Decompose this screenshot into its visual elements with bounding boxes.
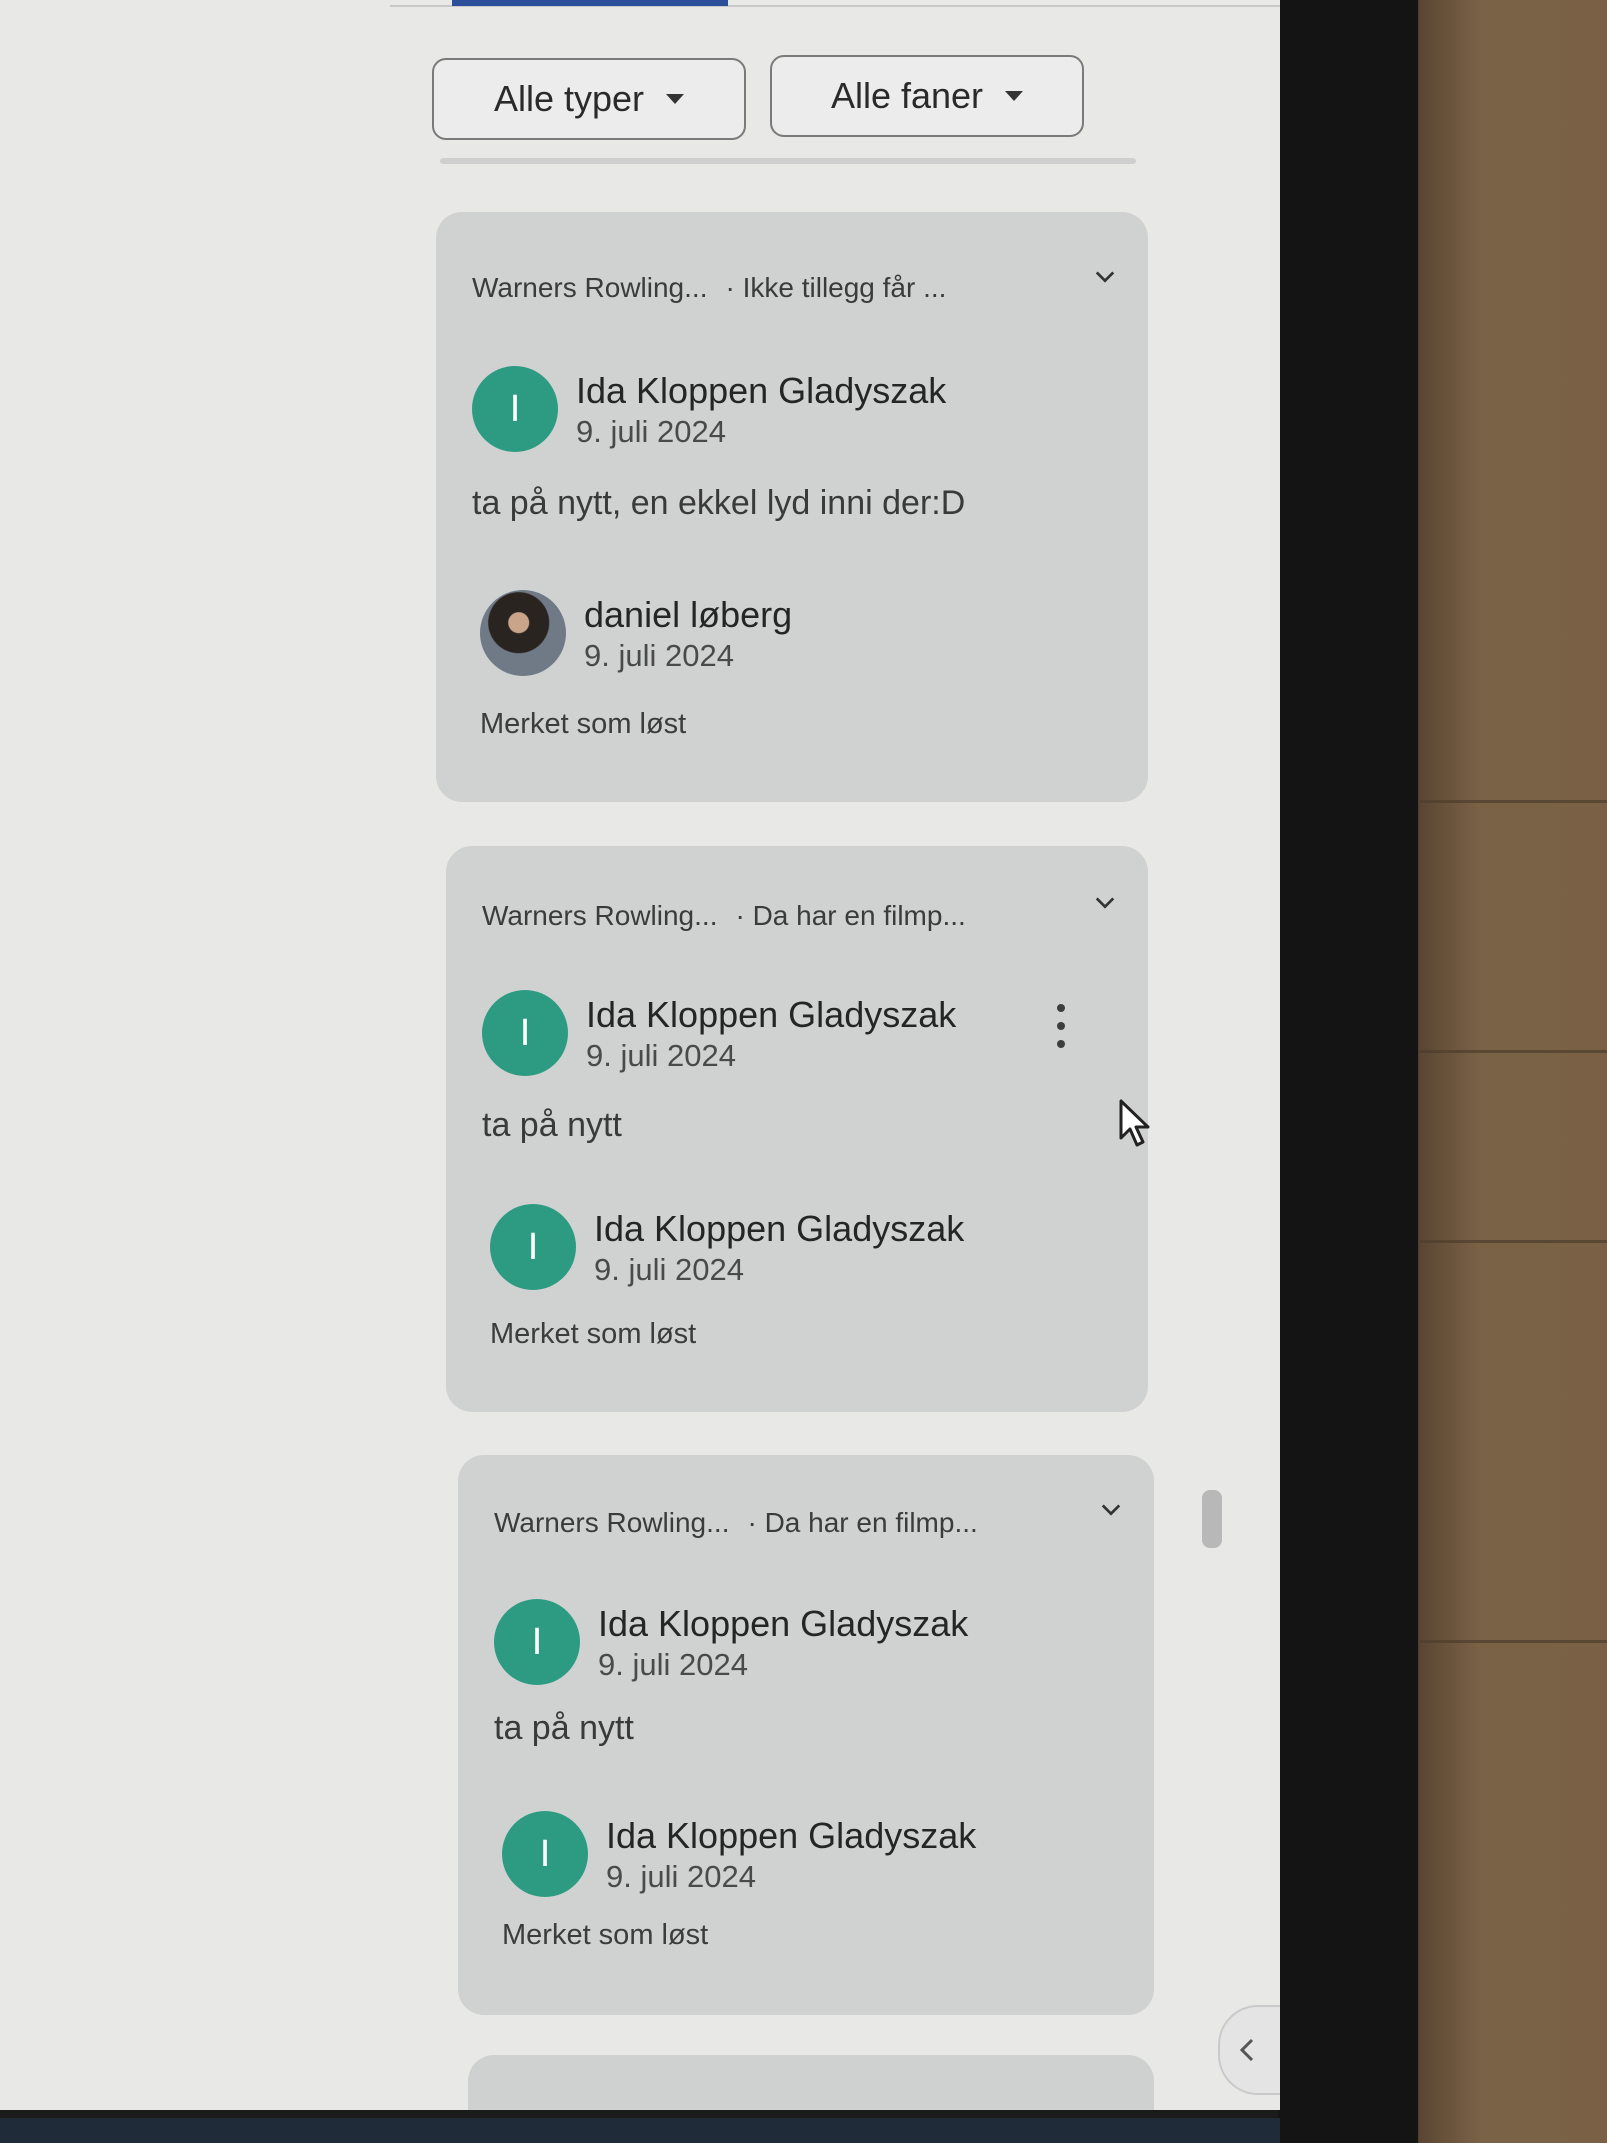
comment-date: 9. juli 2024 [586, 1038, 736, 1073]
cursor-arrow-icon [1119, 1099, 1150, 1147]
comment-card-partial[interactable] [468, 2055, 1154, 2110]
comment-text: ta på nytt [482, 1106, 622, 1144]
scrollbar-thumb[interactable] [1202, 1490, 1222, 1548]
notebook-line [1420, 1640, 1607, 1643]
resolved-date: 9. juli 2024 [594, 1252, 744, 1287]
caret-down-icon [1005, 91, 1024, 101]
resolver-entry: I Ida Kloppen Gladyszak 9. juli 2024 [490, 1204, 1050, 1294]
author-name: Ida Kloppen Gladyszak [576, 370, 947, 411]
type-filter-label: Alle typer [493, 78, 645, 119]
resolved-date: 9. juli 2024 [606, 1859, 756, 1894]
avatar[interactable] [480, 590, 566, 676]
comment-author: I Ida Kloppen Gladyszak 9. juli 2024 [472, 366, 1032, 456]
chevron-down-icon[interactable] [1100, 1499, 1122, 1521]
resolver-name: Ida Kloppen Gladyszak [594, 1208, 965, 1249]
card-header: Warners Rowling... · Da har en filmp... [494, 1507, 978, 1539]
tab-filter-dropdown[interactable]: Alle faner [770, 55, 1084, 137]
type-filter-dropdown[interactable]: Alle typer [432, 58, 746, 140]
card-snippet: · Da har en filmp... [735, 900, 966, 931]
comment-date: 9. juli 2024 [576, 414, 726, 449]
resolver-name: daniel løberg [584, 594, 793, 635]
comment-text: ta på nytt, en ekkel lyd inni der:D [472, 484, 966, 522]
author-name: Ida Kloppen Gladyszak [598, 1603, 969, 1644]
card-source: Warners Rowling... [494, 1507, 730, 1538]
resolved-status: Merket som løst [480, 708, 687, 740]
card-header: Warners Rowling... · Da har en filmp... [482, 900, 966, 932]
chevron-down-icon[interactable] [1094, 266, 1116, 288]
card-source: Warners Rowling... [472, 272, 708, 303]
card-snippet: · Ikke tillegg får ... [725, 272, 947, 303]
filter-divider [440, 158, 1136, 164]
card-source: Warners Rowling... [482, 900, 718, 931]
comment-author: I Ida Kloppen Gladyszak 9. juli 2024 [482, 990, 1042, 1080]
chevron-left-icon [1239, 2038, 1254, 2062]
comment-text: ta på nytt [494, 1709, 634, 1747]
resolved-status: Merket som løst [490, 1318, 697, 1350]
comment-author: I Ida Kloppen Gladyszak 9. juli 2024 [494, 1599, 1054, 1689]
comments-panel: Alle typer Alle faner Warners Rowling...… [0, 0, 1280, 2110]
comment-card[interactable]: Warners Rowling... · Da har en filmp... I… [446, 846, 1148, 1412]
resolver-entry: daniel løberg 9. juli 2024 [480, 590, 1040, 680]
resolver-name: Ida Kloppen Gladyszak [606, 1815, 977, 1856]
taskbar [0, 2118, 1280, 2143]
notebook-line [1420, 1240, 1607, 1243]
resolver-entry: I Ida Kloppen Gladyszak 9. juli 2024 [502, 1811, 1062, 1901]
tab-filter-label: Alle faner [830, 75, 984, 116]
monitor-bezel [1278, 0, 1418, 2143]
avatar[interactable]: I [502, 1811, 588, 1897]
avatar[interactable]: I [490, 1204, 576, 1290]
resolved-status: Merket som løst [502, 1919, 709, 1951]
notebook-line [1420, 1050, 1607, 1053]
author-name: Ida Kloppen Gladyszak [586, 994, 957, 1035]
avatar[interactable]: I [482, 990, 568, 1076]
card-snippet: · Da har en filmp... [747, 1507, 978, 1538]
avatar[interactable]: I [472, 366, 558, 452]
card-header: Warners Rowling... · Ikke tillegg får ... [472, 272, 946, 304]
comment-card[interactable]: Warners Rowling... · Ikke tillegg får ...… [436, 212, 1148, 802]
active-tab-indicator [452, 0, 728, 6]
more-vert-icon[interactable] [1056, 1004, 1066, 1048]
comment-card[interactable]: Warners Rowling... · Da har en filmp... I… [458, 1455, 1154, 2015]
resolved-date: 9. juli 2024 [584, 638, 734, 673]
chevron-down-icon[interactable] [1094, 892, 1116, 914]
avatar[interactable]: I [494, 1599, 580, 1685]
comment-date: 9. juli 2024 [598, 1647, 748, 1682]
collapse-panel-button[interactable] [1218, 2005, 1280, 2095]
notebook-line [1420, 800, 1607, 803]
caret-down-icon [666, 94, 685, 104]
